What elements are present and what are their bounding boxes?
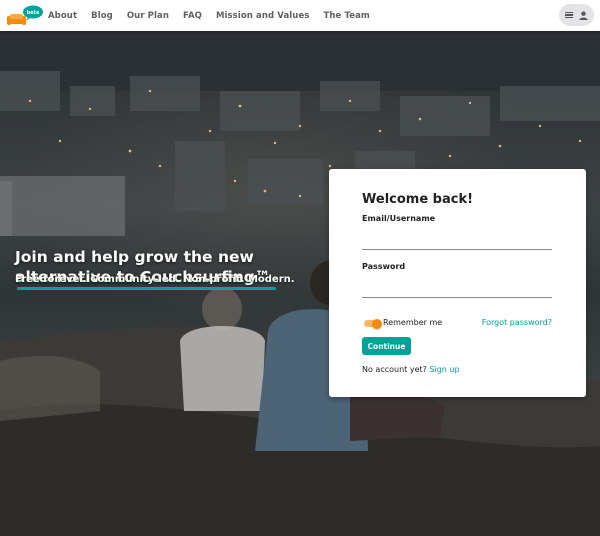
top-navbar: beta About Blog Our Plan FAQ Mission and… — [0, 0, 600, 31]
forgot-password-link[interactable]: Forgot password? — [482, 318, 552, 327]
email-username-input[interactable] — [362, 232, 552, 250]
toggle-knob — [372, 318, 382, 329]
no-account-text: No account yet? Sign up — [362, 365, 460, 374]
password-label: Password — [362, 262, 406, 271]
email-label: Email/Username — [362, 214, 436, 223]
nav-our-plan[interactable]: Our Plan — [127, 11, 169, 21]
user-menu-button[interactable] — [559, 4, 594, 26]
nav-blog[interactable]: Blog — [91, 11, 113, 21]
remember-me-label: Remember me — [383, 318, 443, 327]
nav-the-team[interactable]: The Team — [323, 11, 369, 21]
nav-about[interactable]: About — [48, 11, 77, 21]
hamburger-icon — [565, 12, 573, 19]
main-nav: About Blog Our Plan FAQ Mission and Valu… — [48, 11, 384, 21]
hero-subtitle-underline — [17, 287, 276, 290]
password-input[interactable] — [362, 280, 552, 298]
continue-button[interactable]: Continue — [362, 337, 411, 355]
login-card: Welcome back! Email/Username Password Re… — [329, 169, 586, 397]
remember-me-toggle[interactable] — [364, 318, 382, 329]
login-heading: Welcome back! — [362, 192, 474, 207]
nav-faq[interactable]: FAQ — [183, 11, 202, 21]
no-account-prefix: No account yet? — [362, 365, 430, 374]
logo-beta-text: beta — [27, 10, 40, 16]
sign-up-link[interactable]: Sign up — [429, 365, 459, 374]
user-icon — [579, 11, 588, 20]
hero-subtitle: Free forever. Community-led. Non-profit.… — [15, 274, 295, 285]
couch-logo-icon[interactable]: beta — [7, 4, 43, 28]
nav-mission-values[interactable]: Mission and Values — [216, 11, 310, 21]
